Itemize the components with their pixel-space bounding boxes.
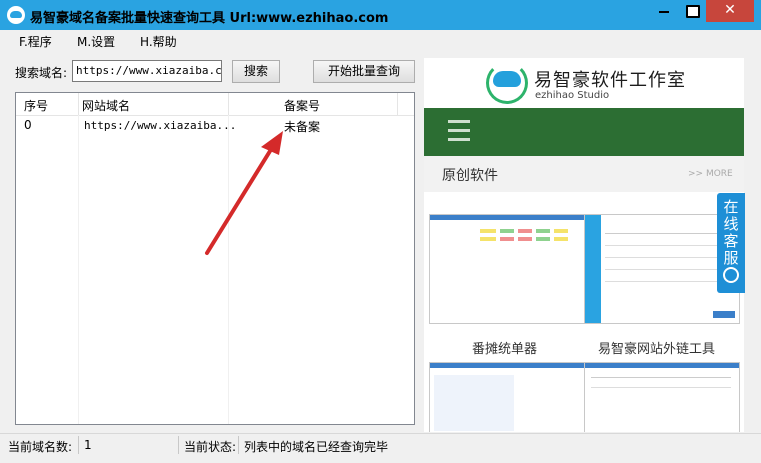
status-state-text: 列表中的域名已经查询完毕	[244, 440, 389, 454]
thumb-line	[605, 269, 725, 270]
section-header: 原创软件 >> MORE	[424, 156, 744, 192]
studio-logo-area: 易智豪软件工作室 ezhihao Studio	[424, 58, 744, 108]
menu-help[interactable]: H.帮助	[140, 33, 177, 50]
software-caption[interactable]: 番摊统单器	[472, 338, 537, 357]
thumb-line	[605, 257, 725, 258]
thumb-cell	[536, 229, 550, 233]
thumb-cell	[554, 229, 568, 233]
domain-count-label: 当前域名数:	[8, 440, 73, 454]
thumb-line	[605, 233, 725, 234]
thumb-sidebar	[585, 215, 601, 323]
thumb-button	[713, 311, 735, 318]
grid-line	[78, 115, 79, 424]
hamburger-menu-icon[interactable]	[448, 120, 470, 144]
software-thumbnail[interactable]	[429, 362, 585, 432]
search-button[interactable]: 搜索	[232, 60, 280, 83]
table-header: 序号 网站域名 备案号	[16, 93, 414, 116]
header-icp[interactable]: 备案号	[284, 97, 320, 114]
menu-bar: F.程序 M.设置 H.帮助	[0, 30, 761, 52]
thumb-line	[605, 281, 725, 282]
section-title: 原创软件	[442, 168, 498, 184]
maximize-button[interactable]	[678, 0, 706, 22]
software-thumbnail[interactable]	[584, 362, 740, 432]
thumb-cell	[480, 229, 496, 233]
status-bar: 当前域名数: 1 当前状态: 列表中的域名已经查询完毕	[0, 433, 761, 456]
software-caption[interactable]: 易智豪网站外链工具	[598, 338, 715, 357]
thumb-cell	[500, 237, 514, 241]
status-divider	[178, 436, 179, 454]
domain-count-value: 1	[84, 438, 92, 452]
minimize-button[interactable]	[650, 0, 678, 22]
app-window: 易智豪域名备案批量快速查询工具 Url:www.ezhihao.com ✕ F.…	[0, 0, 761, 463]
title-bar: 易智豪域名备案批量快速查询工具 Url:www.ezhihao.com ✕	[0, 0, 761, 30]
studio-name: 易智豪软件工作室	[534, 70, 686, 91]
thumb-titlebar	[430, 363, 584, 368]
thumb-line	[605, 245, 725, 246]
header-domain[interactable]: 网站域名	[82, 97, 130, 114]
app-cloud-icon	[7, 6, 25, 24]
thumb-line	[591, 377, 731, 378]
cell-index: 0	[24, 118, 32, 132]
thumb-cell	[518, 229, 532, 233]
thumb-cell	[500, 229, 514, 233]
red-arrow-annotation	[205, 131, 283, 255]
window-title: 易智豪域名备案批量快速查询工具 Url:www.ezhihao.com	[30, 11, 389, 26]
thumb-titlebar	[585, 363, 739, 368]
studio-subtitle: ezhihao Studio	[535, 90, 610, 101]
close-button[interactable]: ✕	[706, 0, 754, 22]
thumb-cell	[518, 237, 532, 241]
thumb-cell	[554, 237, 568, 241]
web-panel[interactable]: 易智豪软件工作室 ezhihao Studio 原创软件 >> MORE 番摊统…	[424, 58, 744, 432]
column-divider[interactable]	[78, 93, 79, 115]
thumb-titlebar	[430, 215, 584, 220]
search-label: 搜索域名:	[15, 66, 68, 80]
status-divider	[238, 436, 239, 454]
thumb-cell	[434, 375, 514, 431]
search-input[interactable]: https://www.xiazaiba.com/	[72, 60, 222, 82]
thumb-cell	[480, 237, 496, 241]
thumb-line	[591, 387, 731, 388]
status-state-label: 当前状态:	[184, 440, 237, 454]
header-index[interactable]: 序号	[24, 97, 48, 114]
studio-cloud-logo-icon	[486, 62, 528, 104]
menu-settings[interactable]: M.设置	[77, 33, 115, 50]
column-divider[interactable]	[228, 93, 229, 115]
thumb-cell	[536, 237, 550, 241]
nav-bar	[424, 108, 744, 156]
batch-query-button[interactable]: 开始批量查询	[313, 60, 415, 83]
status-divider	[78, 436, 79, 454]
headset-icon[interactable]	[723, 267, 739, 283]
column-divider[interactable]	[397, 93, 398, 115]
software-thumbnail[interactable]	[429, 214, 585, 324]
menu-program[interactable]: F.程序	[19, 33, 52, 50]
more-link[interactable]: >> MORE	[688, 169, 733, 179]
